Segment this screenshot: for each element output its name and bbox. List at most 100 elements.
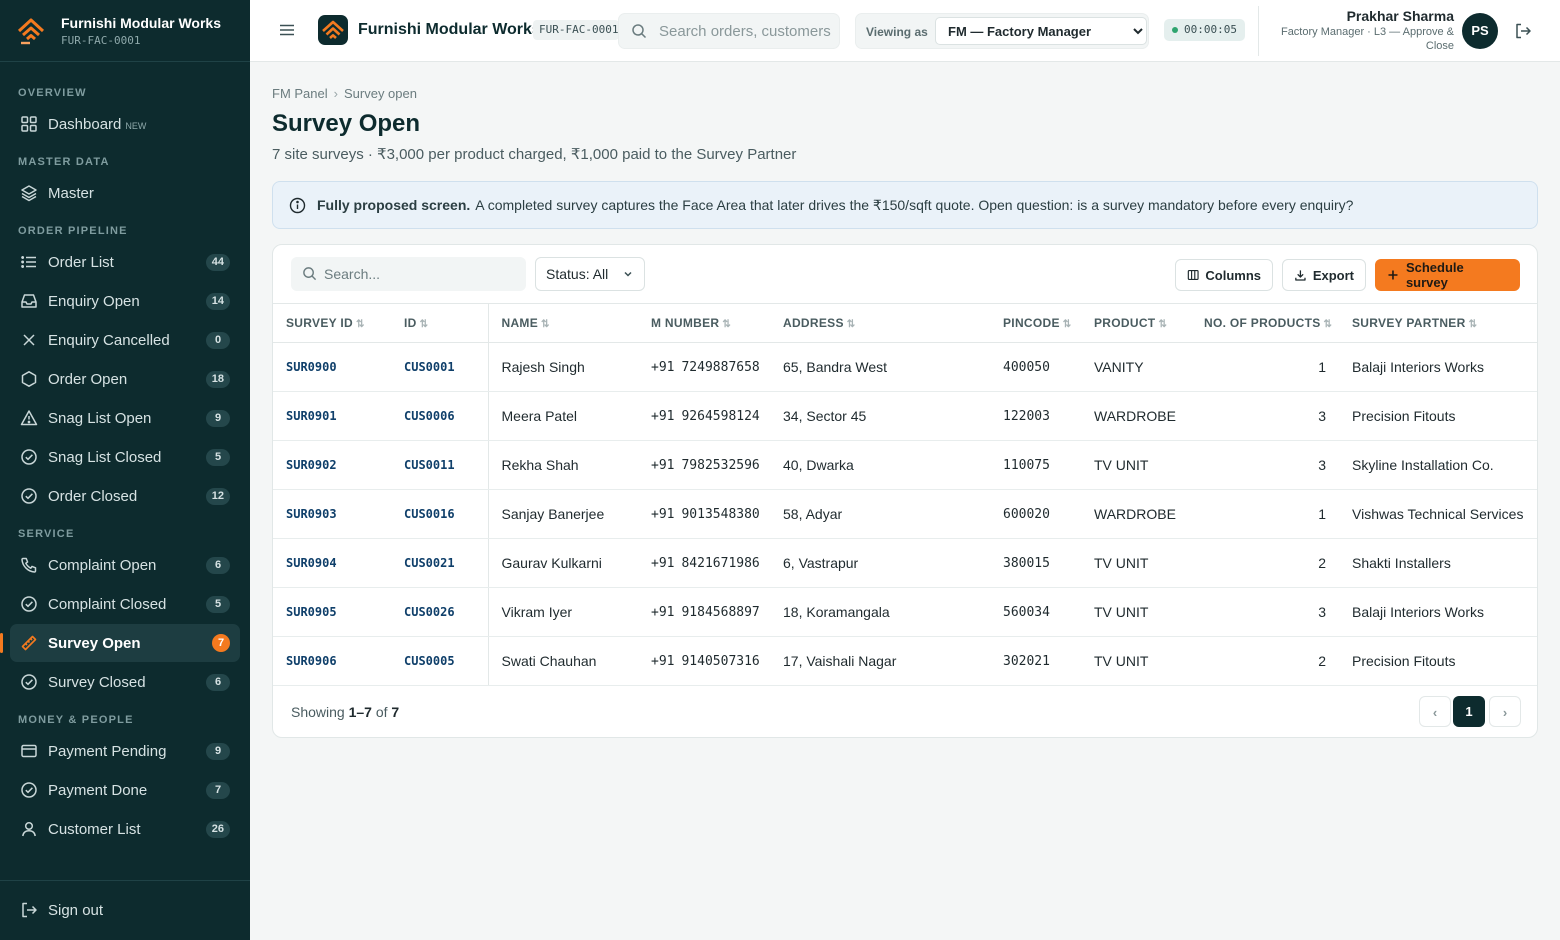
table-row[interactable]: SUR0901 CUS0006 Meera Patel +91 9264598124 34… xyxy=(273,391,1537,441)
role-select[interactable]: FM — Factory Manager xyxy=(935,17,1147,45)
table-row[interactable]: SUR0905 CUS0026 Vikram Iyer +91 9184568897 18… xyxy=(273,587,1537,637)
column-header-pincode[interactable]: PINCODE ⇅ xyxy=(990,303,1081,343)
column-header-survey-id[interactable]: SURVEY ID ⇅ xyxy=(273,303,391,343)
customer-id-cell[interactable]: CUS0026 xyxy=(391,587,489,637)
survey-id-cell[interactable]: SUR0903 xyxy=(273,489,391,539)
customer-id-cell[interactable]: CUS0011 xyxy=(391,440,489,490)
column-header-name[interactable]: NAME ⇅ xyxy=(488,303,638,343)
breadcrumb-item-fm-panel[interactable]: FM Panel xyxy=(272,86,328,101)
survey-id-cell[interactable]: SUR0906 xyxy=(273,636,391,686)
address-cell: 6, Vastrapur xyxy=(770,538,990,588)
survey-partner-cell: Balaji Interiors Works xyxy=(1339,342,1537,392)
column-header-m-number[interactable]: M NUMBER ⇅ xyxy=(638,303,770,343)
schedule-survey-button[interactable]: Schedule survey xyxy=(1375,259,1520,291)
column-header-product[interactable]: PRODUCT ⇅ xyxy=(1081,303,1191,343)
product-count-cell: 3 xyxy=(1191,440,1339,490)
table-search-input[interactable] xyxy=(324,257,519,291)
table-row[interactable]: SUR0900 CUS0001 Rajesh Singh +91 7249887658 6… xyxy=(273,342,1537,392)
check-circle-icon xyxy=(20,448,38,466)
address-cell: 65, Bandra West xyxy=(770,342,990,392)
table-search[interactable] xyxy=(291,257,526,291)
customer-id-cell[interactable]: CUS0021 xyxy=(391,538,489,588)
column-header-no-of-products[interactable]: NO. OF PRODUCTS ⇅ xyxy=(1191,303,1339,343)
product-cell: TV UNIT xyxy=(1081,538,1191,588)
sidebar-item-order-list[interactable]: Order List 44 xyxy=(10,243,240,281)
sort-icon: ⇅ xyxy=(1158,319,1168,330)
survey-id-cell[interactable]: SUR0900 xyxy=(273,342,391,392)
customer-id-cell[interactable]: CUS0006 xyxy=(391,391,489,441)
column-header-survey-partner[interactable]: SURVEY PARTNER ⇅ xyxy=(1339,303,1537,343)
sidebar-item-order-open[interactable]: Order Open 18 xyxy=(10,360,240,398)
country-code: +91 xyxy=(651,457,675,473)
sidebar-item-enquiry-cancelled[interactable]: Enquiry Cancelled 0 xyxy=(10,321,240,359)
table-row[interactable]: SUR0906 CUS0005 Swati Chauhan +91 9140507316… xyxy=(273,636,1537,686)
name-cell: Rekha Shah xyxy=(488,440,638,490)
sidebar-item-enquiry-open[interactable]: Enquiry Open 14 xyxy=(10,282,240,320)
table-row[interactable]: SUR0903 CUS0016 Sanjay Banerjee +91 90135483… xyxy=(273,489,1537,539)
previous-page-button[interactable]: ‹ xyxy=(1419,696,1451,727)
sidebar-item-survey-open[interactable]: Survey Open 7 xyxy=(0,624,240,662)
customer-id-cell[interactable]: CUS0016 xyxy=(391,489,489,539)
user-icon xyxy=(20,820,38,838)
survey-partner-cell: Precision Fitouts xyxy=(1339,636,1537,686)
column-header-address[interactable]: ADDRESS ⇅ xyxy=(770,303,990,343)
survey-partner-cell: Skyline Installation Co. xyxy=(1339,440,1537,490)
check-circle-icon xyxy=(20,781,38,799)
mobile-cell: +91 9013548380 xyxy=(638,489,770,539)
avatar[interactable]: PS xyxy=(1462,13,1498,49)
brand-logo-icon[interactable] xyxy=(318,15,348,45)
sidebar-item-customer-list[interactable]: Customer List 26 xyxy=(10,810,240,848)
sidebar-item-complaint-closed[interactable]: Complaint Closed 5 xyxy=(10,585,240,623)
sidebar-item-master[interactable]: Master xyxy=(10,174,240,212)
customer-id-cell[interactable]: CUS0005 xyxy=(391,636,489,686)
pincode-cell: 110075 xyxy=(990,440,1081,490)
survey-id-cell[interactable]: SUR0901 xyxy=(273,391,391,441)
mobile-cell: +91 9184568897 xyxy=(638,587,770,637)
status-filter-dropdown[interactable]: Status: All xyxy=(535,257,645,291)
product-count-cell: 3 xyxy=(1191,391,1339,441)
sidebar-item-snag-list-open[interactable]: Snag List Open 9 xyxy=(10,399,240,437)
sidebar-brand[interactable]: Furnishi Modular Works FUR-FAC-0001 xyxy=(0,0,250,62)
sidebar-item-snag-list-closed[interactable]: Snag List Closed 5 xyxy=(10,438,240,476)
sidebar-item-order-closed[interactable]: Order Closed 12 xyxy=(10,477,240,515)
columns-button[interactable]: Columns xyxy=(1175,259,1273,291)
survey-id-cell[interactable]: SUR0905 xyxy=(273,587,391,637)
product-cell: WARDROBE xyxy=(1081,391,1191,441)
sidebar-item-complaint-open[interactable]: Complaint Open 6 xyxy=(10,546,240,584)
sort-icon: ⇅ xyxy=(1062,319,1072,330)
sidebar-item-payment-done[interactable]: Payment Done 7 xyxy=(10,771,240,809)
sidebar-item-survey-closed[interactable]: Survey Closed 6 xyxy=(10,663,240,701)
table-footer: Showing 1–7 of 7 ‹ 1 › xyxy=(273,686,1537,737)
sort-icon: ⇅ xyxy=(1468,319,1478,330)
sidebar-item-dashboard[interactable]: Dashboard NEW xyxy=(10,105,240,143)
mobile-number: 9184568897 xyxy=(681,604,760,620)
inbox-icon xyxy=(20,292,38,310)
breadcrumb-separator-icon: › xyxy=(333,86,338,101)
sidebar-item-label: Payment Done xyxy=(48,781,148,799)
column-header-id[interactable]: ID ⇅ xyxy=(391,303,489,343)
brand-logo-icon xyxy=(17,18,45,44)
table-row[interactable]: SUR0904 CUS0021 Gaurav Kulkarni +91 84216719… xyxy=(273,538,1537,588)
global-search[interactable] xyxy=(618,13,840,49)
page-button-current[interactable]: 1 xyxy=(1453,696,1485,727)
customer-id-cell[interactable]: CUS0001 xyxy=(391,342,489,392)
sidebar-item-payment-pending[interactable]: Payment Pending 9 xyxy=(10,732,240,770)
sidebar-item-label: Order Closed xyxy=(48,487,138,505)
survey-id-cell[interactable]: SUR0904 xyxy=(273,538,391,588)
next-page-button[interactable]: › xyxy=(1489,696,1521,727)
info-banner-text: A completed survey captures the Face Are… xyxy=(475,196,1354,213)
table-row[interactable]: SUR0902 CUS0011 Rekha Shah +91 7982532596 40,… xyxy=(273,440,1537,490)
list-icon xyxy=(20,253,38,271)
sign-out-button[interactable]: Sign out xyxy=(10,891,240,929)
export-button[interactable]: Export xyxy=(1282,259,1366,291)
sidebar-item-label: Survey Open xyxy=(48,634,141,652)
survey-id-cell[interactable]: SUR0902 xyxy=(273,440,391,490)
sort-icon: ⇅ xyxy=(541,319,550,330)
hamburger-menu-icon[interactable] xyxy=(278,21,296,39)
pincode-cell: 302021 xyxy=(990,636,1081,686)
logout-icon[interactable] xyxy=(1514,22,1532,40)
count-badge: 12 xyxy=(205,487,230,505)
mobile-number: 8421671986 xyxy=(681,555,760,571)
sidebar-item-label: Complaint Open xyxy=(48,556,157,574)
global-search-input[interactable] xyxy=(659,14,835,48)
